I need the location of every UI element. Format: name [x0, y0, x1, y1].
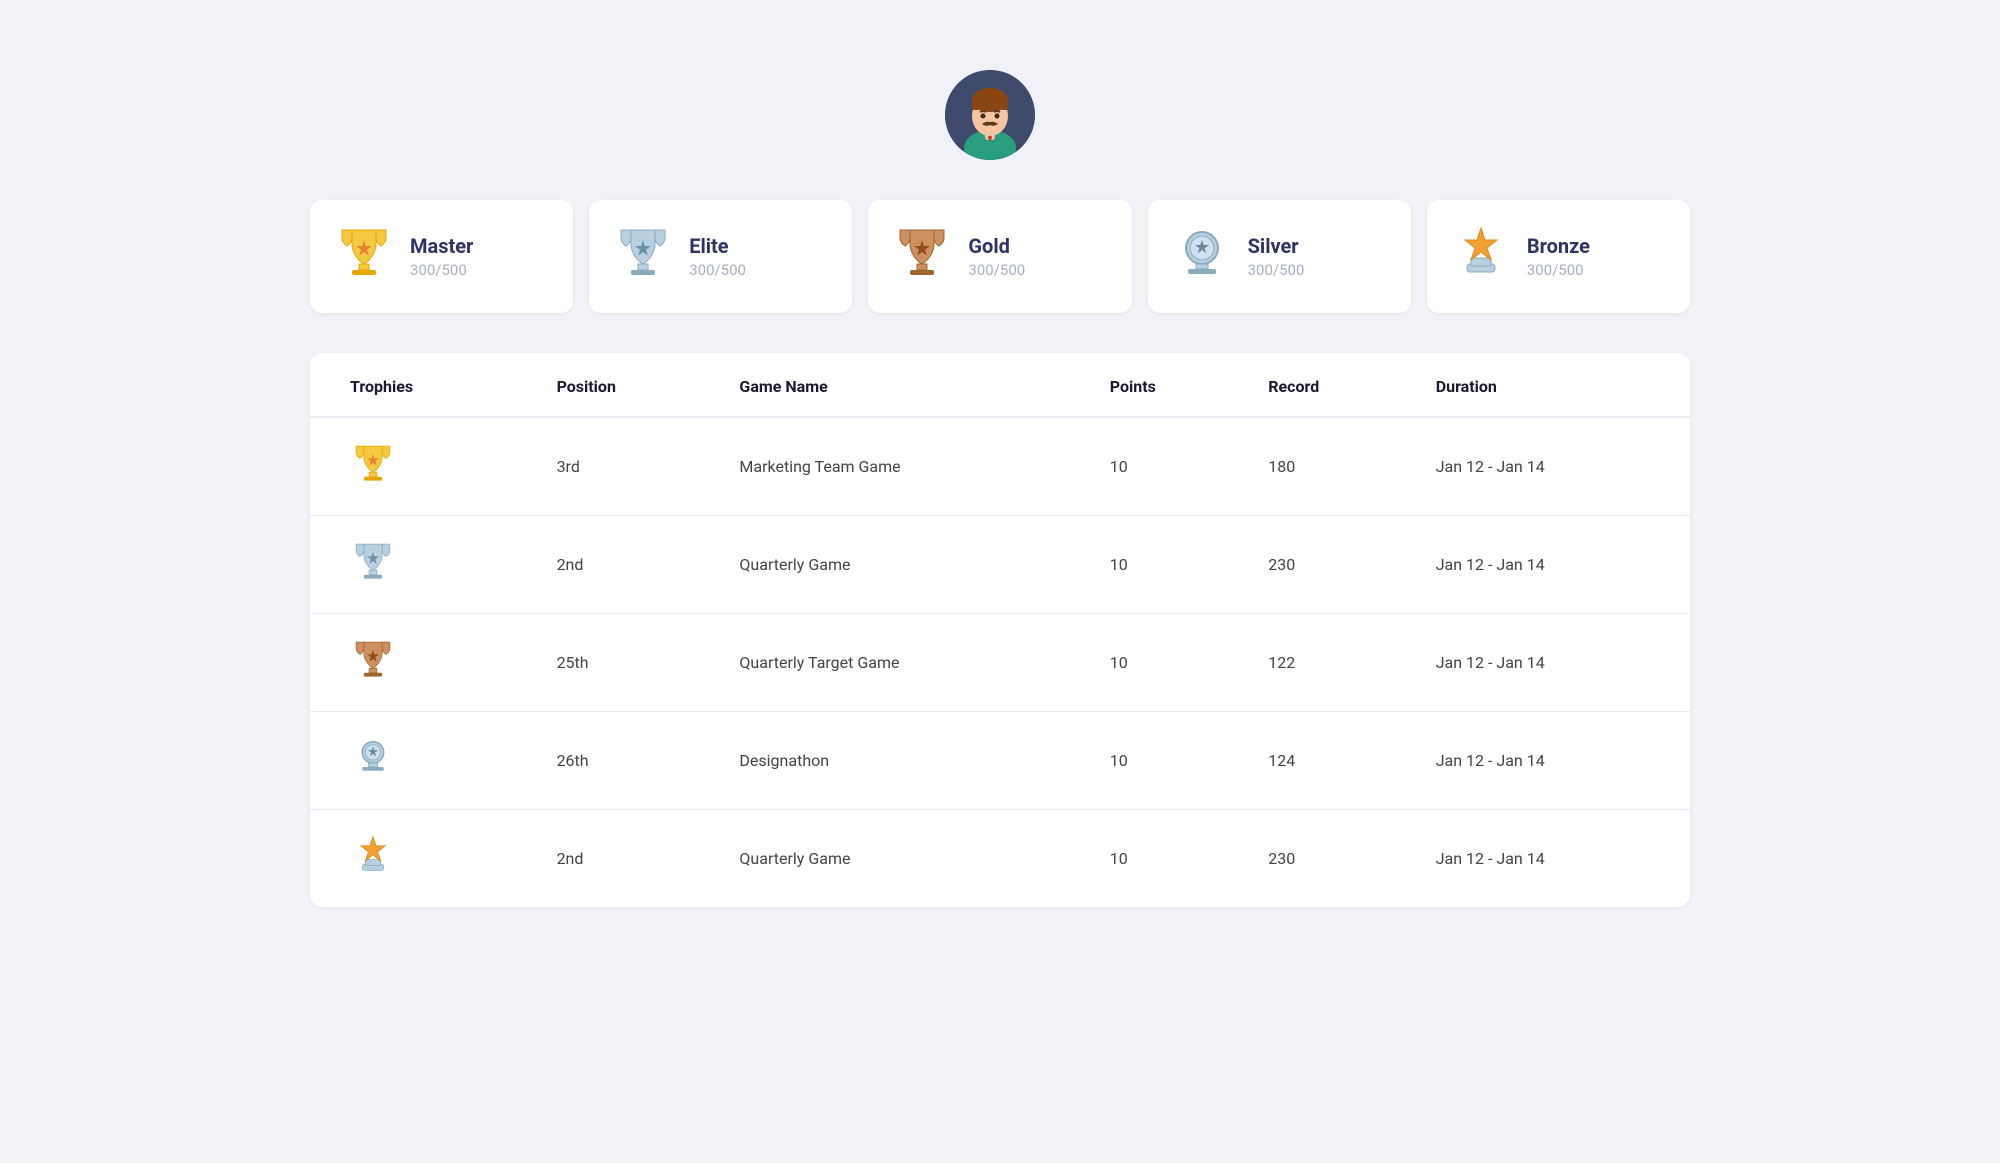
- cell-trophy-2: [310, 614, 537, 712]
- row-trophy-icon-4: [350, 841, 396, 888]
- table-row: 2nd Quarterly Game 10 230 Jan 12 - Jan 1…: [310, 516, 1690, 614]
- silver-card-info: Silver 300/500: [1248, 234, 1305, 279]
- cell-trophy-0: [310, 417, 537, 516]
- row-trophy-icon-2: [350, 645, 396, 692]
- col-header-duration: Duration: [1416, 353, 1690, 417]
- cell-points-4: 10: [1090, 810, 1248, 908]
- trophy-card-gold: Gold 300/500: [868, 200, 1131, 313]
- silver-card-label: Silver: [1248, 234, 1305, 258]
- cell-gamename-2: Quarterly Target Game: [719, 614, 1089, 712]
- gold-card-label: Gold: [968, 234, 1025, 258]
- cell-gamename-0: Marketing Team Game: [719, 417, 1089, 516]
- elite-card-label: Elite: [689, 234, 746, 258]
- col-header-points: Points: [1090, 353, 1248, 417]
- row-trophy-icon-1: [350, 547, 396, 594]
- elite-card-info: Elite 300/500: [689, 234, 746, 279]
- col-header-record: Record: [1248, 353, 1415, 417]
- silver-card-score: 300/500: [1248, 261, 1305, 279]
- cell-points-2: 10: [1090, 614, 1248, 712]
- trophy-card-master: Master 300/500: [310, 200, 573, 313]
- cell-record-1: 230: [1248, 516, 1415, 614]
- cell-trophy-4: [310, 810, 537, 908]
- col-header-trophies: Trophies: [310, 353, 537, 417]
- cell-record-0: 180: [1248, 417, 1415, 516]
- bronze-trophy-icon: [1451, 222, 1511, 291]
- avatar: [945, 70, 1035, 160]
- table-row: 26th Designathon 10 124 Jan 12 - Jan 14: [310, 712, 1690, 810]
- cell-points-0: 10: [1090, 417, 1248, 516]
- data-table: TrophiesPositionGame NamePointsRecordDur…: [310, 353, 1690, 907]
- trophy-cards-row: Master 300/500 Elite 300/500 Gold 300/50…: [310, 200, 1690, 313]
- cell-duration-2: Jan 12 - Jan 14: [1416, 614, 1690, 712]
- cell-record-2: 122: [1248, 614, 1415, 712]
- gold-card-info: Gold 300/500: [968, 234, 1025, 279]
- cell-points-1: 10: [1090, 516, 1248, 614]
- col-header-position: Position: [537, 353, 720, 417]
- table-row: 25th Quarterly Target Game 10 122 Jan 12…: [310, 614, 1690, 712]
- bronze-card-info: Bronze 300/500: [1527, 234, 1590, 279]
- master-card-score: 300/500: [410, 261, 473, 279]
- table-header-row: TrophiesPositionGame NamePointsRecordDur…: [310, 353, 1690, 417]
- table-row: 2nd Quarterly Game 10 230 Jan 12 - Jan 1…: [310, 810, 1690, 908]
- row-trophy-icon-0: [350, 449, 396, 496]
- master-card-info: Master 300/500: [410, 234, 473, 279]
- cell-points-3: 10: [1090, 712, 1248, 810]
- cell-position-3: 26th: [537, 712, 720, 810]
- cell-record-3: 124: [1248, 712, 1415, 810]
- master-trophy-icon: [334, 222, 394, 291]
- cell-duration-0: Jan 12 - Jan 14: [1416, 417, 1690, 516]
- table-row: 3rd Marketing Team Game 10 180 Jan 12 - …: [310, 417, 1690, 516]
- col-header-game-name: Game Name: [719, 353, 1089, 417]
- table-body: 3rd Marketing Team Game 10 180 Jan 12 - …: [310, 417, 1690, 907]
- gold-card-score: 300/500: [968, 261, 1025, 279]
- cell-duration-3: Jan 12 - Jan 14: [1416, 712, 1690, 810]
- bronze-card-label: Bronze: [1527, 234, 1590, 258]
- cell-gamename-4: Quarterly Game: [719, 810, 1089, 908]
- cell-position-2: 25th: [537, 614, 720, 712]
- bronze-card-score: 300/500: [1527, 261, 1590, 279]
- cell-record-4: 230: [1248, 810, 1415, 908]
- gold-trophy-icon: [892, 222, 952, 291]
- cell-duration-4: Jan 12 - Jan 14: [1416, 810, 1690, 908]
- trophy-card-elite: Elite 300/500: [589, 200, 852, 313]
- trophy-card-silver: Silver 300/500: [1148, 200, 1411, 313]
- master-card-label: Master: [410, 234, 473, 258]
- page-wrapper: Master 300/500 Elite 300/500 Gold 300/50…: [250, 0, 1750, 947]
- cell-position-0: 3rd: [537, 417, 720, 516]
- cell-gamename-3: Designathon: [719, 712, 1089, 810]
- cell-trophy-3: [310, 712, 537, 810]
- elite-card-score: 300/500: [689, 261, 746, 279]
- cell-position-4: 2nd: [537, 810, 720, 908]
- silver-trophy-icon: [1172, 222, 1232, 291]
- cell-position-1: 2nd: [537, 516, 720, 614]
- cell-gamename-1: Quarterly Game: [719, 516, 1089, 614]
- row-trophy-icon-3: [350, 743, 396, 790]
- profile-section: [310, 40, 1690, 200]
- elite-trophy-icon: [613, 222, 673, 291]
- trophy-card-bronze: Bronze 300/500: [1427, 200, 1690, 313]
- cell-duration-1: Jan 12 - Jan 14: [1416, 516, 1690, 614]
- table-section: TrophiesPositionGame NamePointsRecordDur…: [310, 353, 1690, 907]
- cell-trophy-1: [310, 516, 537, 614]
